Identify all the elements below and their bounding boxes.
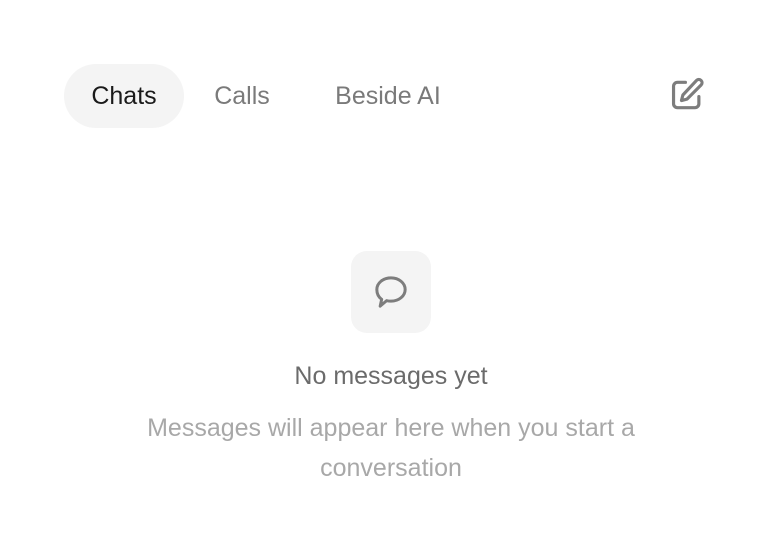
- compose-edit-icon: [671, 77, 704, 110]
- tab-chats[interactable]: Chats: [64, 64, 184, 128]
- chat-bubble-icon: [375, 276, 407, 308]
- empty-state-icon-container: [351, 251, 431, 333]
- tab-bar: Chats Calls Beside AI: [64, 64, 476, 128]
- tab-calls[interactable]: Calls: [184, 64, 300, 128]
- tab-beside-ai[interactable]: Beside AI: [300, 64, 476, 128]
- empty-state-subtitle: Messages will appear here when you start…: [147, 414, 635, 482]
- compose-button[interactable]: [666, 74, 708, 116]
- empty-state-title: No messages yet: [294, 362, 488, 390]
- chat-list-panel: Chats Calls Beside AI No messages yet Me…: [0, 0, 768, 541]
